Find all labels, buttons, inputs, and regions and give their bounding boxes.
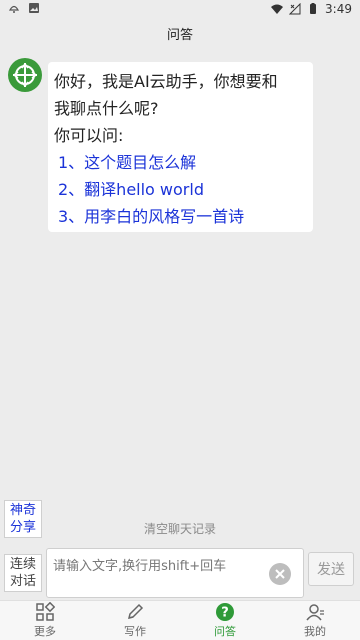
status-bar: 3:49	[0, 0, 360, 18]
chat-input-placeholder: 请输入文字,换行用shift+回车	[53, 559, 227, 574]
message-line: 我聊点什么呢?	[54, 99, 159, 118]
bottom-navigation: 更多 写作 ? 问答 我的	[0, 600, 360, 640]
notification-icon	[8, 5, 20, 13]
wifi-icon	[271, 4, 284, 14]
suggested-question[interactable]: 2、翻译hello world	[54, 176, 307, 203]
clear-input-icon[interactable]	[269, 563, 291, 585]
pen-icon	[127, 603, 144, 620]
chat-input[interactable]: 请输入文字,换行用shift+回车	[46, 548, 304, 598]
continuous-chat-label: 对话	[9, 574, 36, 589]
magic-share-label: 神奇	[9, 503, 36, 518]
nav-label: 写作	[124, 625, 146, 638]
suggested-question[interactable]: 1、这个题目怎么解	[54, 149, 307, 176]
user-icon	[306, 604, 324, 621]
send-button[interactable]: 发送	[308, 552, 354, 586]
question-icon: ?	[216, 603, 234, 621]
nav-label: 问答	[214, 625, 236, 638]
input-row: 连续 对话 请输入文字,换行用shift+回车 发送	[0, 544, 360, 600]
continuous-chat-button[interactable]: 连续 对话	[4, 554, 42, 592]
assistant-message-bubble: 你好，我是AI云助手，你想要和 我聊点什么呢? 你可以问: 1、这个题目怎么解 …	[48, 62, 313, 232]
nav-item-profile[interactable]: 我的	[270, 601, 360, 640]
message-line: 你好，我是AI云助手，你想要和	[54, 72, 278, 91]
status-time: 3:49	[325, 2, 352, 16]
image-icon	[29, 3, 39, 13]
nav-label: 我的	[304, 625, 326, 638]
grid-icon	[36, 602, 55, 621]
assistant-logo-icon	[8, 58, 42, 92]
message-line: 你可以问:	[54, 126, 124, 145]
page-title: 问答	[166, 27, 193, 43]
nav-label: 更多	[34, 625, 56, 638]
battery-icon	[310, 3, 317, 14]
nav-item-qa[interactable]: ? 问答	[180, 601, 270, 640]
clear-history-button[interactable]: 清空聊天记录	[0, 520, 360, 537]
nav-item-writing[interactable]: 写作	[90, 601, 180, 640]
signal-icon	[289, 3, 301, 15]
nav-item-more[interactable]: 更多	[0, 601, 90, 640]
suggested-question[interactable]: 3、用李白的风格写一首诗	[54, 203, 307, 230]
continuous-chat-label: 连续	[9, 557, 36, 572]
svg-text:?: ?	[221, 606, 229, 621]
